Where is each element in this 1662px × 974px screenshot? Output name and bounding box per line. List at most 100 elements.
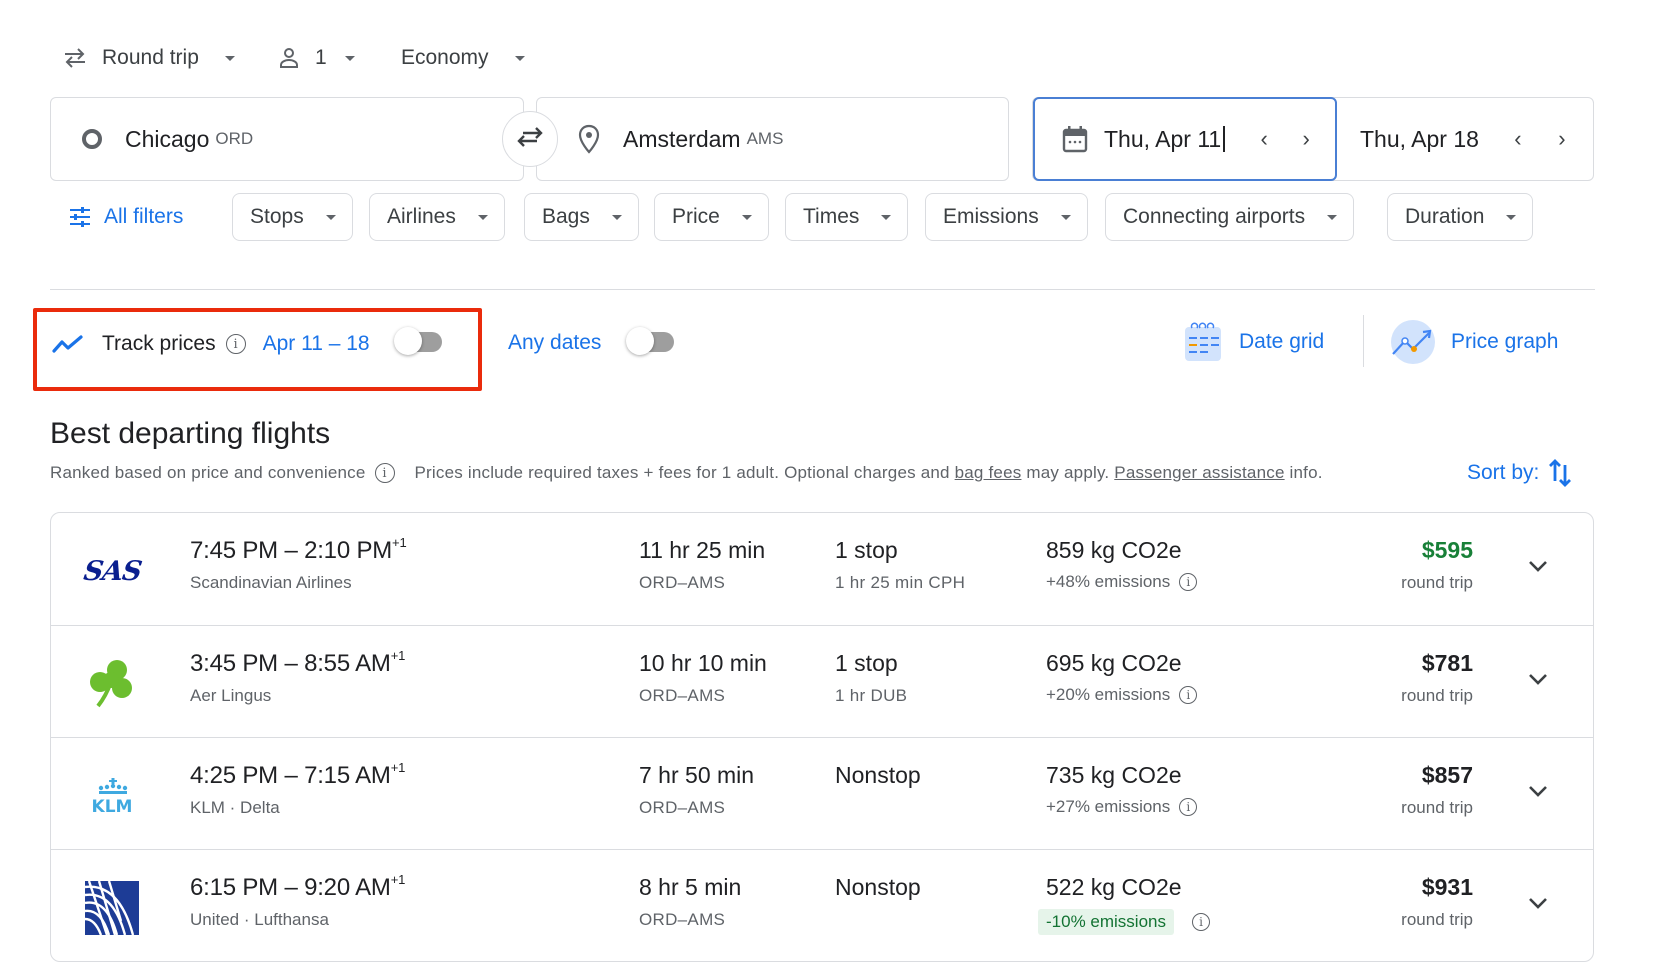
bag-fees-link[interactable]: bag fees [955,463,1022,483]
results-title: Best departing flights [50,417,331,450]
emissions-comparison: +27% emissions i [1046,797,1198,817]
info-icon[interactable]: i [374,463,395,483]
united-logo [84,880,140,936]
aer-lingus-logo [84,656,140,712]
flight-price: $781 [1421,650,1473,676]
airline-name: United · Lufthansa [190,910,329,929]
depart-date-input[interactable]: Thu, Apr 11 ‹ › [1033,97,1337,181]
airline-name: KLM · Delta [190,798,280,817]
chevron-down-icon [881,214,892,220]
info-icon[interactable]: i [225,334,246,354]
trip-type-select[interactable]: Round trip [62,40,235,76]
price-graph-icon [1389,318,1437,366]
emissions-comparison: -10% emissions i [1038,909,1210,935]
chip-label: Duration [1405,205,1485,228]
info-icon[interactable]: i [1179,798,1198,816]
any-dates-label: Any dates [508,331,602,354]
passengers-select[interactable]: 1 [277,40,355,76]
flight-duration: 10 hr 10 min [639,650,767,676]
origin-input[interactable]: Chicago ORD [50,97,524,181]
filter-chip-times[interactable]: Times [785,193,909,241]
cabin-class-select[interactable]: Economy [401,40,525,76]
expand-details-button[interactable] [1523,664,1553,694]
info-icon[interactable]: i [1179,573,1198,591]
cabin-class-label: Economy [401,46,489,69]
filter-chip-connecting-airports[interactable]: Connecting airports [1105,193,1355,241]
chip-label: Emissions [943,205,1039,228]
return-next-day-button[interactable]: › [1547,126,1577,152]
co2-amount: 859 kg CO2e [1046,537,1182,563]
price-notice-suffix: info. [1289,463,1323,482]
date-grid-label: Date grid [1239,330,1325,353]
any-dates-toggle[interactable] [626,327,676,355]
expand-details-button[interactable] [1523,776,1553,806]
info-icon[interactable]: i [1179,686,1198,704]
chip-label: Bags [542,205,590,228]
chevron-down-icon [741,214,752,220]
track-date-range: Apr 11 – 18 [262,332,370,355]
flight-price: $595 [1421,537,1473,563]
klm-logo: KLM [84,768,140,824]
chevron-down-icon [514,55,525,61]
filter-chip-stops[interactable]: Stops [232,193,353,241]
chevron-down-icon [344,55,355,61]
results-subtitle-row: Ranked based on price and convenience i … [50,462,1323,484]
depart-prev-day-button[interactable]: ‹ [1249,126,1279,152]
person-icon [277,46,301,70]
passenger-assistance-link[interactable]: Passenger assistance [1114,463,1284,483]
flight-row[interactable]: SAS 7:45 PM – 2:10 PM+1 Scandinavian Air… [51,513,1593,625]
ranking-note: Ranked based on price and convenience [50,463,366,482]
chip-label: Price [672,205,720,228]
filter-chip-bags[interactable]: Bags [524,193,639,241]
date-grid-button[interactable]: Date grid [1183,318,1324,366]
airline-name: Aer Lingus [190,686,272,705]
price-type: round trip [1401,573,1473,592]
filter-chip-price[interactable]: Price [654,193,769,241]
all-filters-button[interactable]: All filters [68,193,183,241]
flight-times: 6:15 PM – 9:20 AM+1 [190,872,406,901]
return-prev-day-button[interactable]: ‹ [1503,126,1533,152]
svg-text:KLM: KLM [92,797,133,816]
filter-chip-airlines[interactable]: Airlines [369,193,505,241]
origin-city: Chicago [125,125,210,152]
track-prices-toggle[interactable] [394,327,444,355]
origin-circle-icon [81,128,103,150]
price-graph-button[interactable]: Price graph [1389,318,1558,366]
swap-locations-button[interactable] [502,111,558,167]
stops-count: 1 stop [835,537,898,563]
filter-chip-duration[interactable]: Duration [1387,193,1534,241]
flight-row[interactable]: 3:45 PM – 8:55 AM+1 Aer Lingus 10 hr 10 … [51,625,1593,737]
sort-by-label: Sort by: [1467,461,1540,484]
return-date-input[interactable]: Thu, Apr 18 ‹ › [1338,97,1593,181]
chevron-down-icon [224,55,235,61]
sort-by-button[interactable]: Sort by: [1467,456,1573,490]
filter-chip-emissions[interactable]: Emissions [925,193,1088,241]
emissions-comparison: +48% emissions i [1046,572,1198,592]
chip-label: Times [803,205,860,228]
flight-times: 3:45 PM – 8:55 AM+1 [190,648,406,677]
co2-amount: 735 kg CO2e [1046,762,1182,788]
flight-row[interactable]: 6:15 PM – 9:20 AM+1 United · Lufthansa 8… [51,849,1593,961]
flight-duration: 8 hr 5 min [639,874,742,900]
expand-details-button[interactable] [1523,551,1553,581]
flight-times: 4:25 PM – 7:15 AM+1 [190,760,406,789]
date-grid-icon [1183,321,1223,363]
expand-details-button[interactable] [1523,888,1553,918]
chevron-down-icon [1529,561,1547,572]
flight-row[interactable]: KLM 4:25 PM – 7:15 AM+1 KLM · Delta 7 hr… [51,737,1593,849]
chip-label: Stops [250,205,304,228]
destination-input[interactable]: Amsterdam AMS [536,97,1009,181]
flight-price: $931 [1421,874,1473,900]
info-icon[interactable]: i [1192,913,1210,931]
trip-type-label: Round trip [102,46,199,69]
co2-amount: 695 kg CO2e [1046,650,1182,676]
price-notice-middle: may apply. [1026,463,1110,482]
flight-route: ORD–AMS [639,573,726,592]
depart-next-day-button[interactable]: › [1291,126,1321,152]
return-date: Thu, Apr 18 [1360,125,1479,152]
stops-count: 1 stop [835,650,898,676]
price-type: round trip [1401,798,1473,817]
calendar-icon [1062,125,1088,153]
all-filters-label: All filters [104,205,184,228]
layover-detail: 1 hr DUB [835,686,908,705]
